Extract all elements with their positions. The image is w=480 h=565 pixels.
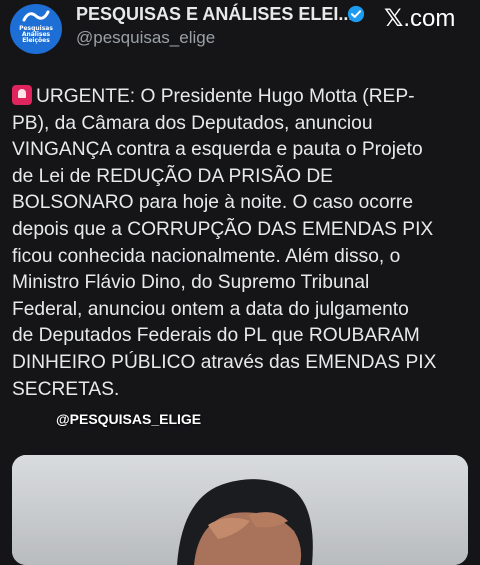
tweet-body: URGENTE: O Presidente Hugo Motta (REP- P… [12,86,437,400]
account-handle[interactable]: @pesquisas_elige [76,28,215,48]
x-com-logo: 𝕏.com [384,4,455,33]
verified-badge-icon [347,5,365,23]
x-logo-icon: 𝕏 [384,4,404,32]
tweet-header: Pesquisas Análises Eleições PESQUISAS E … [0,0,480,60]
avatar-text: Pesquisas Análises Eleições [19,25,53,44]
account-avatar[interactable]: Pesquisas Análises Eleições [10,4,62,54]
x-logo-suffix: .com [403,5,456,32]
watermark-text: @PESQUISAS_ELIGE [56,411,202,427]
tweet-text: URGENTE: O Presidente Hugo Motta (REP- P… [12,84,474,403]
tweet-media-image[interactable] [12,455,468,565]
photo-illustration [12,455,468,565]
rotating-light-icon [12,85,32,105]
wave-logo-icon [22,10,50,22]
account-name[interactable]: PESQUISAS E ANÁLISES ELEI... [76,4,353,25]
